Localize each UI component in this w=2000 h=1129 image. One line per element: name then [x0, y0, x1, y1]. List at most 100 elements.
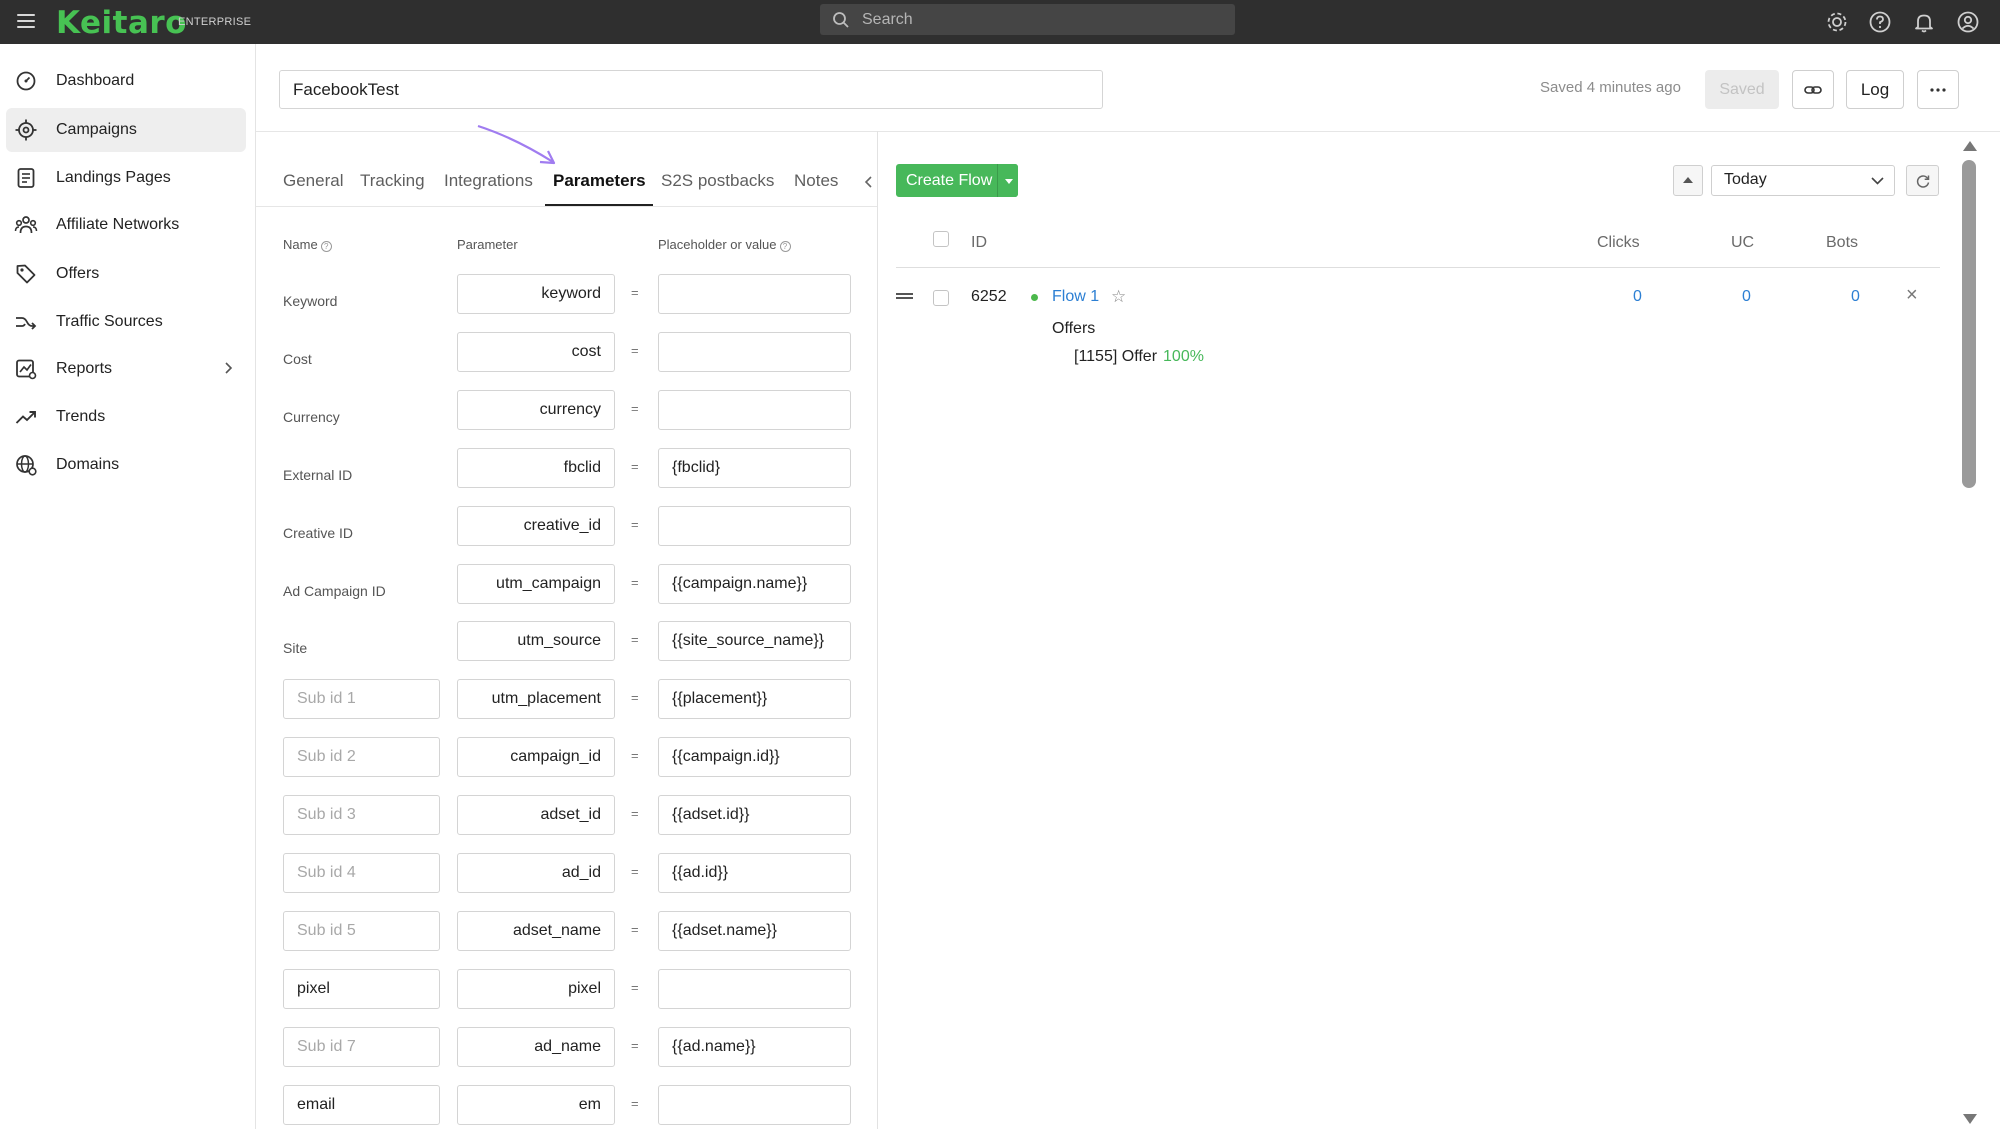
param-name-label: Cost — [283, 351, 312, 367]
gear-icon[interactable] — [1824, 9, 1850, 35]
tab-tracking[interactable]: Tracking — [360, 171, 425, 191]
sidebar-item-landing-pages[interactable]: Landings Pages — [6, 156, 246, 200]
param-name-input[interactable] — [283, 679, 440, 719]
period-select[interactable]: Today — [1711, 165, 1895, 196]
account-icon[interactable] — [1955, 9, 1981, 35]
more-button[interactable] — [1917, 70, 1959, 109]
collapse-button[interactable] — [1673, 165, 1703, 196]
parameter-row: = — [0, 1085, 877, 1125]
brand-logo[interactable]: Keitaro — [56, 5, 187, 41]
flow-name-link[interactable]: Flow 1 — [1052, 288, 1099, 306]
param-value-input[interactable] — [658, 1027, 851, 1067]
param-name-label: Site — [283, 640, 308, 656]
close-icon[interactable]: × — [1906, 284, 1918, 307]
param-key-input[interactable] — [457, 911, 615, 951]
param-key-input[interactable] — [457, 390, 615, 430]
param-key-input[interactable] — [457, 621, 615, 661]
param-key-input[interactable] — [457, 1085, 615, 1125]
scrollbar-thumb[interactable] — [1962, 160, 1976, 488]
param-value-input[interactable] — [658, 621, 851, 661]
clicks-value[interactable]: 0 — [1633, 288, 1642, 306]
equals-sign: = — [631, 575, 639, 590]
tab-integrations[interactable]: Integrations — [444, 171, 533, 191]
chevron-down-icon — [1871, 177, 1884, 185]
param-name-input[interactable] — [283, 1085, 440, 1125]
param-name-label: Ad Campaign ID — [283, 583, 386, 599]
param-key-input[interactable] — [457, 1027, 615, 1067]
scroll-down-arrow[interactable] — [1963, 1114, 1977, 1124]
param-name-input[interactable] — [283, 911, 440, 951]
target-icon — [15, 119, 37, 141]
param-value-input[interactable] — [658, 506, 851, 546]
help-icon[interactable]: ? — [779, 241, 791, 252]
help-icon[interactable] — [1867, 9, 1893, 35]
dashboard-icon — [16, 71, 36, 91]
equals-sign: = — [631, 690, 639, 705]
create-flow-dropdown[interactable] — [997, 164, 1018, 197]
menu-icon[interactable] — [15, 10, 37, 32]
drag-handle-icon[interactable] — [896, 293, 913, 303]
param-value-input[interactable] — [658, 1085, 851, 1125]
param-key-input[interactable] — [457, 969, 615, 1009]
param-value-input[interactable] — [658, 969, 851, 1009]
search-box[interactable] — [820, 4, 1235, 35]
param-value-input[interactable] — [658, 679, 851, 719]
help-icon[interactable]: ? — [320, 241, 332, 252]
param-name-input[interactable] — [283, 737, 440, 777]
sidebar-item-dashboard[interactable]: Dashboard — [6, 59, 246, 103]
param-value-input[interactable] — [658, 448, 851, 488]
param-key-input[interactable] — [457, 795, 615, 835]
column-header-parameter: Parameter — [457, 237, 518, 252]
param-value-input[interactable] — [658, 332, 851, 372]
tab-general[interactable]: General — [283, 171, 343, 191]
bell-icon[interactable] — [1911, 9, 1937, 35]
campaign-name-input[interactable] — [279, 70, 1103, 109]
tabs-scroll-left-icon[interactable] — [864, 176, 874, 188]
tab-parameters[interactable]: Parameters — [553, 171, 646, 191]
param-value-input[interactable] — [658, 853, 851, 893]
param-key-input[interactable] — [457, 274, 615, 314]
param-value-input[interactable] — [658, 795, 851, 835]
tab-s2s-postbacks[interactable]: S2S postbacks — [661, 171, 774, 191]
param-name-input[interactable] — [283, 795, 440, 835]
save-button[interactable]: Saved — [1705, 70, 1779, 109]
param-key-input[interactable] — [457, 737, 615, 777]
sidebar-item-label: Dashboard — [56, 72, 135, 89]
sidebar-item-label: Campaigns — [56, 121, 137, 138]
scroll-up-arrow[interactable] — [1963, 141, 1977, 151]
offer-name: [1155] Offer — [1074, 348, 1158, 365]
param-key-input[interactable] — [457, 506, 615, 546]
param-key-input[interactable] — [457, 332, 615, 372]
param-key-input[interactable] — [457, 679, 615, 719]
param-key-input[interactable] — [457, 564, 615, 604]
uc-value[interactable]: 0 — [1742, 288, 1751, 306]
equals-sign: = — [631, 517, 639, 532]
param-name-input[interactable] — [283, 969, 440, 1009]
parameter-row: Keyword = — [0, 274, 877, 314]
sidebar-item-affiliate-networks[interactable]: Affiliate Networks — [6, 203, 246, 247]
param-value-input[interactable] — [658, 390, 851, 430]
bots-value[interactable]: 0 — [1851, 288, 1860, 306]
param-value-input[interactable] — [658, 274, 851, 314]
param-key-input[interactable] — [457, 448, 615, 488]
param-value-input[interactable] — [658, 737, 851, 777]
parameter-row: External ID = — [0, 448, 877, 488]
select-all-checkbox[interactable] — [933, 231, 949, 247]
star-icon[interactable]: ☆ — [1111, 287, 1126, 307]
sidebar-item-campaigns[interactable]: Campaigns — [6, 108, 246, 152]
link-button[interactable] — [1792, 70, 1834, 109]
row-checkbox[interactable] — [933, 290, 949, 306]
saved-status: Saved 4 minutes ago — [1540, 79, 1681, 96]
param-key-input[interactable] — [457, 853, 615, 893]
refresh-button[interactable] — [1906, 165, 1939, 196]
param-value-input[interactable] — [658, 564, 851, 604]
sidebar-item-label: Affiliate Networks — [56, 216, 180, 233]
param-name-input[interactable] — [283, 1027, 440, 1067]
param-name-input[interactable] — [283, 853, 440, 893]
column-header-label: Placeholder or value — [658, 237, 777, 252]
more-horizontal-icon — [1930, 87, 1946, 92]
log-button[interactable]: Log — [1846, 70, 1904, 109]
param-value-input[interactable] — [658, 911, 851, 951]
search-input[interactable] — [862, 8, 1222, 32]
tab-notes[interactable]: Notes — [794, 171, 838, 191]
